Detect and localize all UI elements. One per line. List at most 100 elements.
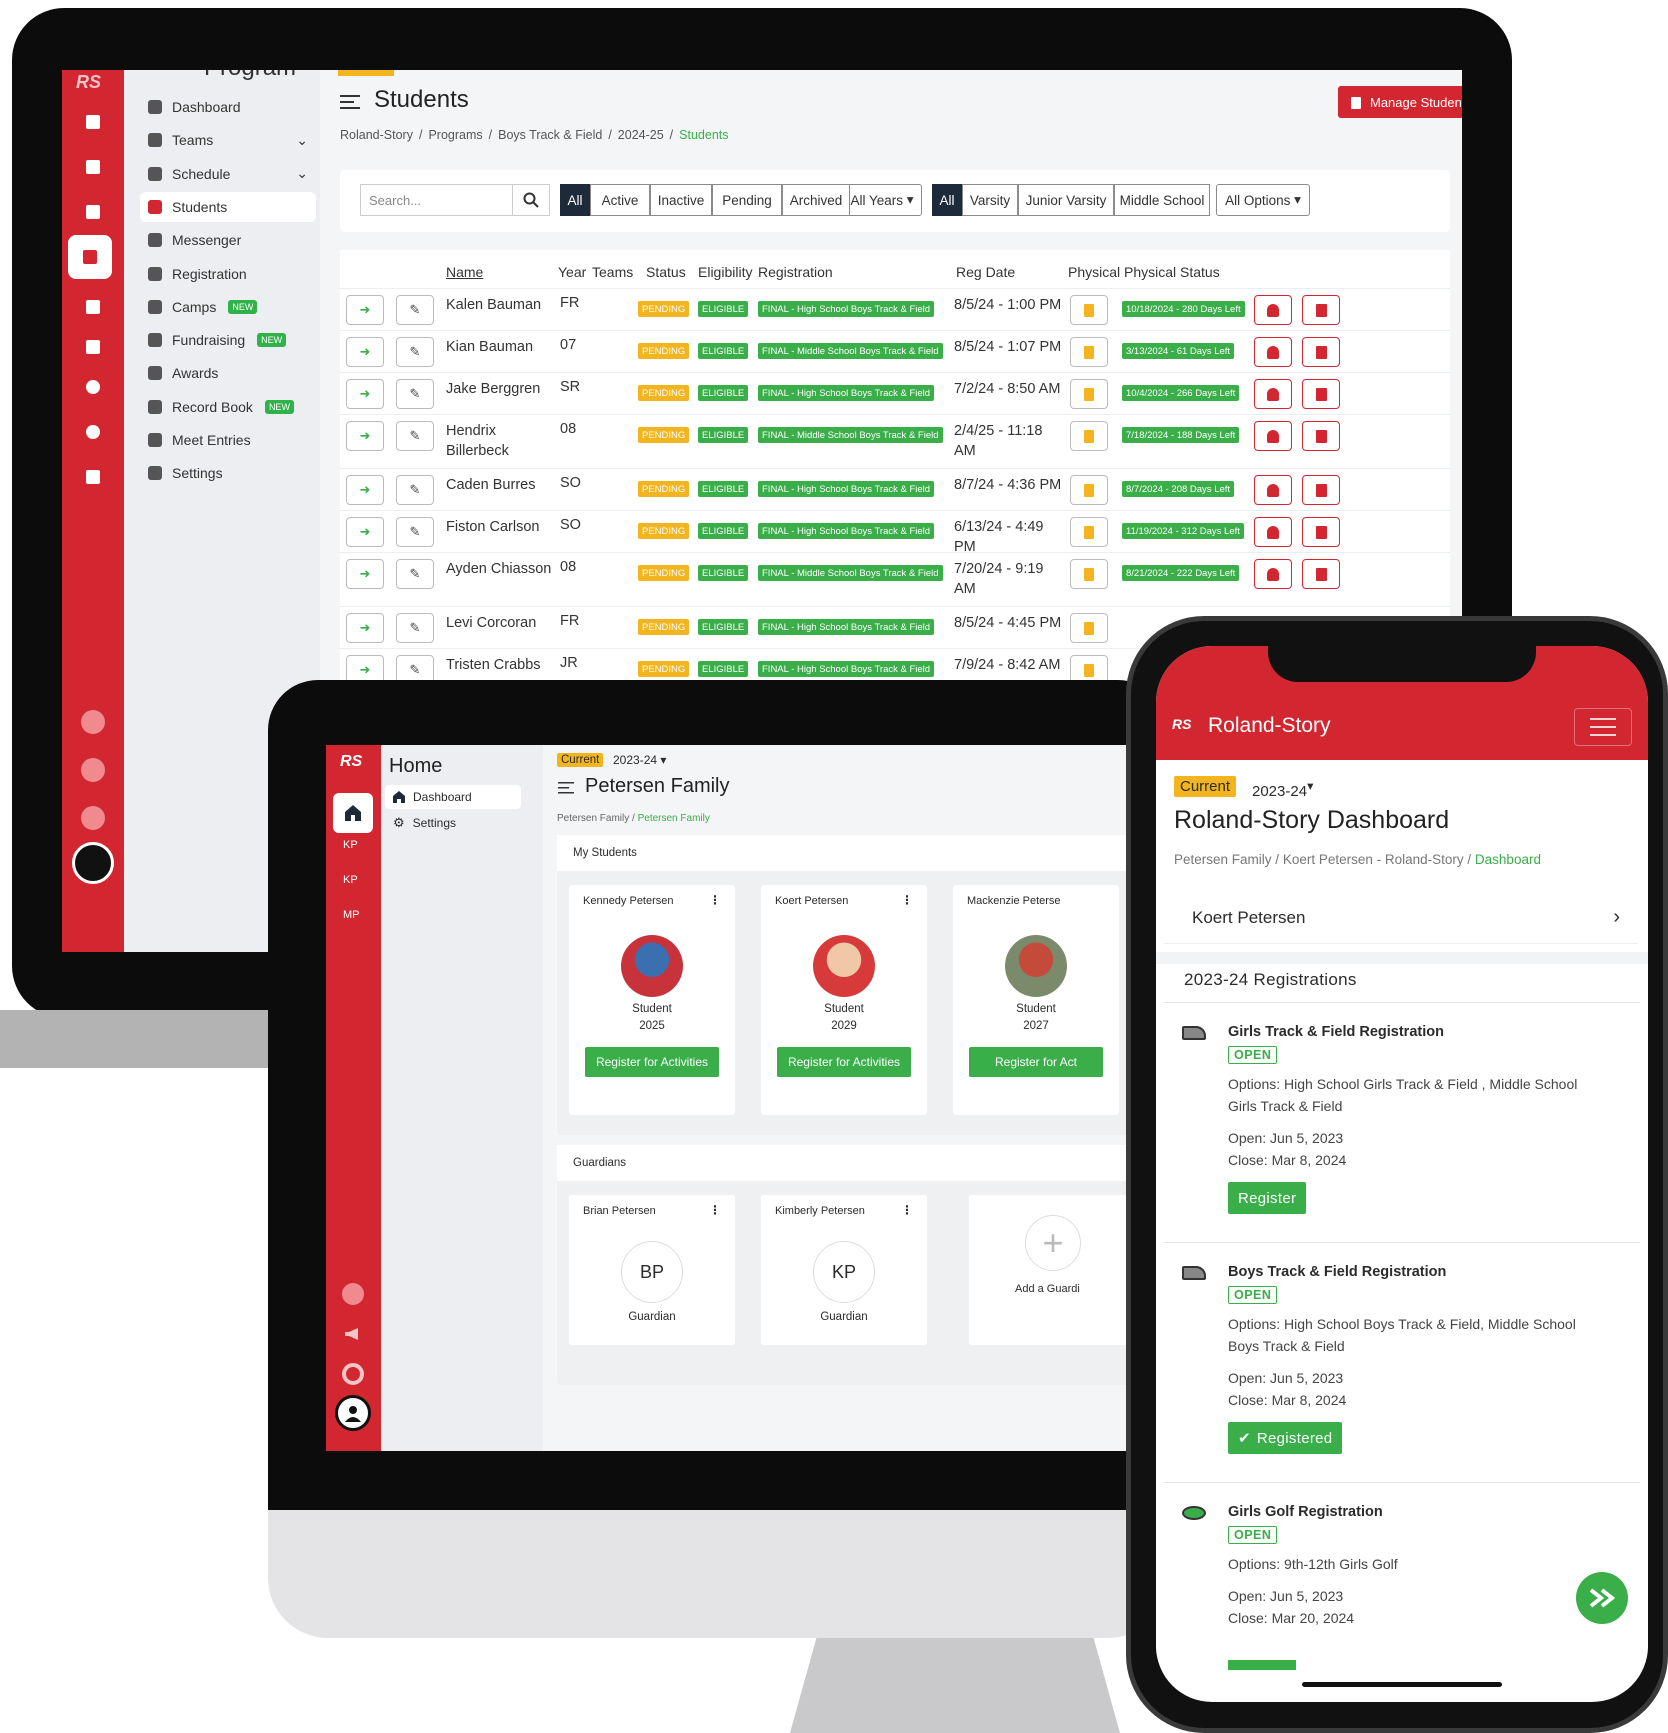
student-name[interactable]: Hendrix Billerbeck <box>446 421 556 461</box>
sidebar-item-registration[interactable]: Registration <box>140 259 316 289</box>
login-as-student-button[interactable]: ➜ <box>346 475 384 505</box>
manage-students-button[interactable]: Manage Students ▾ <box>1338 86 1462 118</box>
view-profile-button[interactable] <box>1254 337 1292 367</box>
breadcrumb-item[interactable]: Petersen Family <box>1174 852 1272 867</box>
view-profile-button[interactable] <box>1254 421 1292 451</box>
level-filter-all[interactable]: All <box>932 184 962 216</box>
sidebar-item-camps[interactable]: Camps NEW <box>140 292 316 322</box>
student-initials-link[interactable]: KP <box>343 874 358 886</box>
level-filter-varsity[interactable]: Varsity <box>962 184 1018 216</box>
student-selector[interactable]: Koert Petersen › <box>1164 892 1638 944</box>
breadcrumb-item[interactable]: Petersen Family <box>557 813 629 824</box>
megaphone-icon[interactable] <box>81 335 105 359</box>
physical-button[interactable] <box>1070 517 1108 547</box>
physical-button[interactable] <box>1070 379 1108 409</box>
avatar-icon[interactable] <box>72 842 114 884</box>
search-input[interactable]: Search... <box>360 184 512 216</box>
card-icon[interactable] <box>81 465 105 489</box>
more-options-icon[interactable]: ⋮ <box>709 1203 721 1217</box>
student-initials-link[interactable]: MP <box>343 909 360 921</box>
menu-toggle-icon[interactable] <box>338 90 362 114</box>
login-as-student-button[interactable]: ➜ <box>346 337 384 367</box>
jersey-icon[interactable] <box>68 235 112 279</box>
more-options-icon[interactable]: ⋮ <box>709 893 721 907</box>
physical-button[interactable] <box>1070 295 1108 325</box>
season-select[interactable]: 2023-24 ▾ <box>613 753 666 767</box>
sidebar-item-meet-entries[interactable]: Meet Entries <box>140 425 316 455</box>
student-name[interactable]: Levi Corcoran <box>446 613 556 633</box>
view-profile-button[interactable] <box>1254 517 1292 547</box>
login-as-student-button[interactable]: ➜ <box>346 613 384 643</box>
breadcrumb-item[interactable]: Programs <box>428 128 482 142</box>
login-as-student-button[interactable]: ➜ <box>346 379 384 409</box>
physical-button[interactable] <box>1070 337 1108 367</box>
student-name[interactable]: Kian Bauman <box>446 337 556 357</box>
physical-button[interactable] <box>1070 559 1108 589</box>
registered-button[interactable]: ✔ Registered <box>1228 1422 1343 1454</box>
column-header-name[interactable]: Name <box>446 264 483 280</box>
sidebar-item-awards[interactable]: Awards <box>140 358 316 388</box>
megaphone-icon[interactable] <box>81 758 105 782</box>
physical-button[interactable] <box>1070 475 1108 505</box>
student-name[interactable]: Caden Burres <box>446 475 556 495</box>
student-initials-link[interactable]: KP <box>343 839 358 851</box>
edit-student-button[interactable]: ✎ <box>396 475 434 505</box>
student-name[interactable]: Kalen Bauman <box>446 295 556 315</box>
register-activities-button[interactable]: Register for Activities <box>777 1047 911 1077</box>
edit-student-button[interactable]: ✎ <box>396 559 434 589</box>
sidebar-item-dashboard[interactable]: Dashboard <box>140 92 316 122</box>
bolt-icon[interactable] <box>81 710 105 734</box>
filter-inactive[interactable]: Inactive <box>650 184 712 216</box>
sidebar-item-schedule[interactable]: Schedule ⌄ <box>140 159 316 189</box>
delete-student-button[interactable] <box>1302 517 1340 547</box>
delete-student-button[interactable] <box>1302 421 1340 451</box>
breadcrumb-item[interactable]: Boys Track & Field <box>498 128 602 142</box>
sidebar-item-fundraising[interactable]: Fundraising NEW <box>140 325 316 355</box>
graduation-cap-icon[interactable] <box>81 295 105 319</box>
register-activities-button[interactable]: Register for Activities <box>585 1047 719 1077</box>
sidebar-item-students[interactable]: Students <box>140 191 316 222</box>
edit-student-button[interactable]: ✎ <box>396 421 434 451</box>
student-name[interactable]: Tristen Crabbs <box>446 655 556 675</box>
filter-archived[interactable]: Archived <box>782 184 850 216</box>
edit-student-button[interactable]: ✎ <box>396 295 434 325</box>
sidebar-item-messenger[interactable]: Messenger <box>140 225 316 255</box>
view-profile-button[interactable] <box>1254 475 1292 505</box>
megaphone-icon[interactable] <box>342 1323 364 1345</box>
more-options-icon[interactable]: ⋮ <box>901 1203 913 1217</box>
ticket-icon[interactable] <box>81 200 105 224</box>
view-profile-button[interactable] <box>1254 295 1292 325</box>
sidebar-item-teams[interactable]: Teams ⌄ <box>140 125 316 155</box>
filter-pending[interactable]: Pending <box>712 184 782 216</box>
login-as-student-button[interactable]: ➜ <box>346 421 384 451</box>
edit-student-button[interactable]: ✎ <box>396 613 434 643</box>
view-profile-button[interactable] <box>1254 559 1292 589</box>
compass-icon[interactable] <box>81 420 105 444</box>
more-options-icon[interactable]: ⋮ <box>901 893 913 907</box>
breadcrumb-item[interactable]: 2024-25 <box>618 128 664 142</box>
level-filter-middle-school[interactable]: Middle School <box>1114 184 1210 216</box>
search-icon[interactable] <box>512 184 550 216</box>
student-name[interactable]: Fiston Carlson <box>446 517 556 537</box>
avatar-icon[interactable] <box>335 1395 371 1431</box>
register-button[interactable]: Register <box>1228 1182 1307 1214</box>
help-icon[interactable] <box>342 1363 364 1385</box>
student-name[interactable]: Jake Berggren <box>446 379 556 399</box>
home-icon[interactable] <box>81 110 105 134</box>
login-as-student-button[interactable]: ➜ <box>346 517 384 547</box>
help-icon[interactable] <box>81 806 105 830</box>
add-guardian-card[interactable]: + Add a Guardi <box>969 1195 1126 1345</box>
nav-dashboard[interactable]: Dashboard <box>385 785 521 809</box>
delete-student-button[interactable] <box>1302 559 1340 589</box>
edit-student-button[interactable]: ✎ <box>396 379 434 409</box>
delete-student-button[interactable] <box>1302 379 1340 409</box>
season-select[interactable]: 2023-24▾ <box>1252 778 1313 800</box>
years-dropdown[interactable]: All Years ▾ <box>842 184 922 216</box>
breadcrumb-item[interactable]: Roland-Story <box>340 128 413 142</box>
register-activities-button[interactable]: Register for Act <box>969 1047 1103 1077</box>
hamburger-menu-icon[interactable] <box>1574 708 1632 746</box>
view-profile-button[interactable] <box>1254 379 1292 409</box>
edit-student-button[interactable]: ✎ <box>396 517 434 547</box>
home-icon[interactable] <box>333 793 373 833</box>
register-button[interactable] <box>1228 1660 1296 1670</box>
